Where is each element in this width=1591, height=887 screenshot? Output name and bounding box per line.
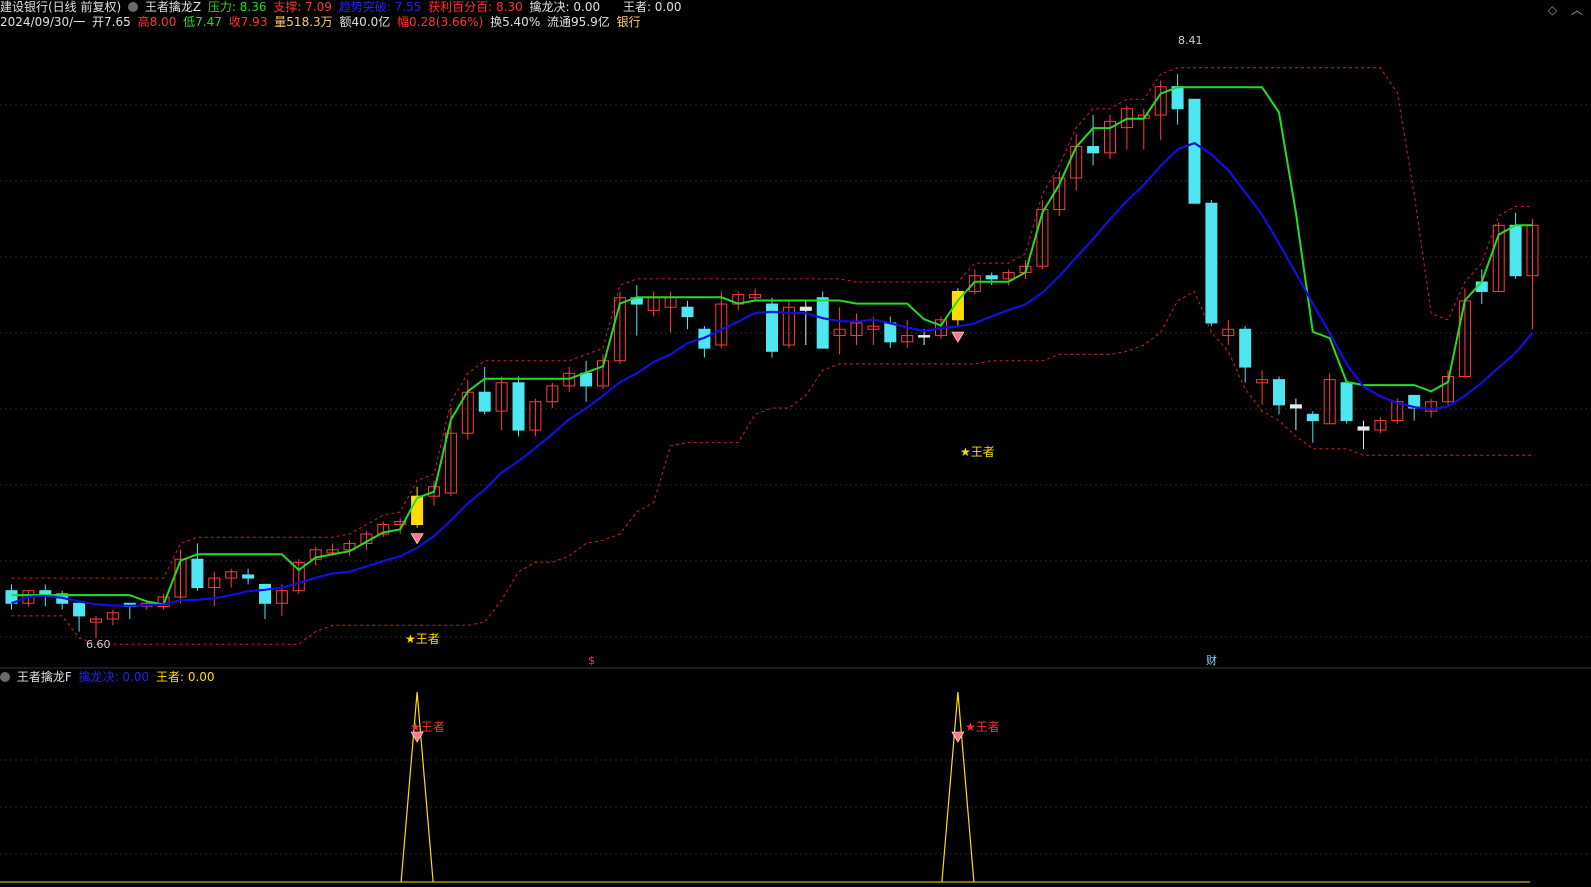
wangzhe-label-2: ★王者 [960,445,995,459]
candle-body [478,391,491,412]
candle-body [816,297,829,349]
candle-body [1306,413,1319,422]
wangzhe-value: 王者: 0.00 [622,0,682,14]
marker-s: $ [588,654,595,667]
support-value: 支撑: 7.09 [273,0,332,14]
settings-circle-icon[interactable] [128,2,139,12]
signal-gem-icon [951,331,965,343]
float-value: 流通95.9亿 [547,15,610,29]
candle-body [191,558,204,589]
candle-body [1340,382,1353,422]
sub-header: 王者擒龙F 擒龙决: 0.00 王者: 0.00 [0,670,218,684]
ma-line [11,141,1534,607]
candle-body [512,382,525,431]
low-price-label: 6.60 [86,638,111,651]
high-price-label: 8.41 [1178,34,1203,47]
low-value: 低7.47 [183,15,222,29]
amount-value: 额40.0亿 [339,15,391,29]
marker-cai: 财 [1206,653,1217,667]
candle-body [411,495,424,526]
candle-body [1239,328,1252,368]
candle-body [1357,426,1370,431]
main-header-line1: 建设银行(日线 前复权) 王者擒龙Z 压力: 8.36 支撑: 7.09 趋势突… [0,0,685,14]
high-value: 高8.00 [137,15,177,29]
candle-body [1273,379,1285,406]
candle-body [242,574,255,579]
stock-name[interactable]: 建设银行(日线 前复权) [0,0,121,14]
candle-body [1509,224,1522,277]
pressure-value: 压力: 8.36 [207,0,267,14]
change-value: 幅0.28(3.66%) [397,15,484,29]
candle-body [985,275,998,280]
candle-body [1289,404,1302,409]
candle-body [73,602,86,617]
settings-circle-icon[interactable] [0,672,10,682]
indicator-name[interactable]: 王者擒龙Z [145,0,201,14]
open-value: 开7.65 [92,15,131,29]
signal-gem-icon [410,533,424,545]
profit-value: 获利百分百: 8.30 [428,0,523,14]
sub-wangzhe-label-2: ★王者 [965,720,1000,734]
candle-body [918,335,931,338]
corner-controls: ◇ ︿ [1538,1,1583,18]
wangzhe-label-1: ★王者 [405,632,440,646]
chart-area[interactable]: 8.41 6.60 ★王者 ★王者 $ 财 ★王者 ★王者 [0,0,1591,887]
candle-body [259,583,271,604]
turnover-value: 换5.40% [490,15,541,29]
sector-value[interactable]: 银行 [617,15,641,29]
sub-wangzhe-value: 王者: 0.00 [155,670,215,684]
close-value: 收7.93 [228,15,268,29]
candle-body [799,306,812,311]
candle-body [39,590,52,595]
grid-lines [0,104,1591,855]
candle-body [681,306,694,318]
candle-body [1188,98,1201,204]
sub-wangzhe-label-1: ★王者 [410,720,445,734]
candle-body [884,322,897,343]
candle-body [1087,146,1100,154]
sub-indicator-panel [0,331,1530,883]
sub-indicator-name[interactable]: 王者擒龙F [17,670,72,684]
volume-value: 量518.3万 [274,15,333,29]
candle-body [1171,86,1184,110]
main-header-line2: 2024/09/30/一 开7.65 高8.00 低7.47 收7.93 量51… [0,15,644,29]
candle-body [1205,202,1218,324]
chevron-up-icon[interactable]: ︿ [1571,3,1583,17]
candle-body [580,372,593,387]
diamond-icon[interactable]: ◇ [1548,3,1557,17]
breakout-value: 趋势突破: 7.55 [338,0,422,14]
qinlong-value: 擒龙决: 0.00 [529,0,601,14]
date-value: 2024/09/30/一 [0,15,86,29]
sub-qinlong-value: 擒龙决: 0.00 [78,670,150,684]
